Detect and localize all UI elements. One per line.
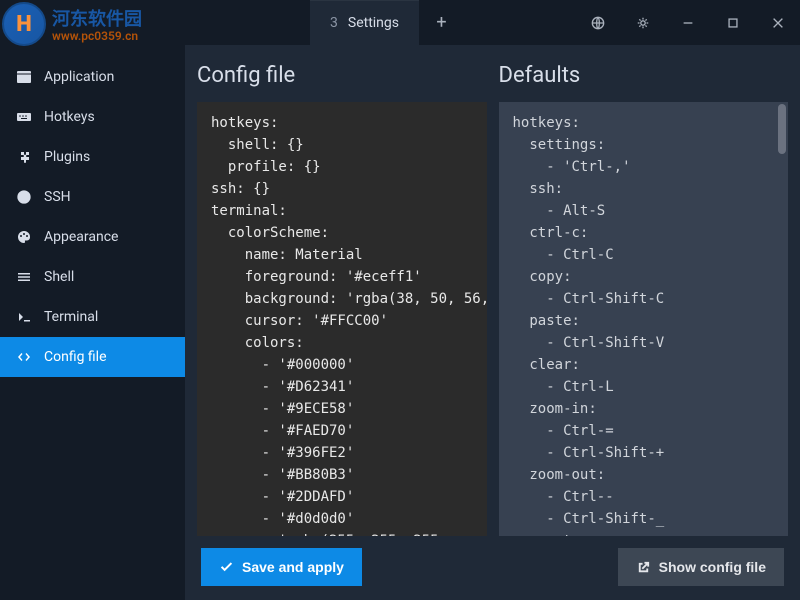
tab-settings[interactable]: 3 Settings bbox=[310, 0, 419, 45]
check-icon bbox=[219, 560, 234, 575]
keyboard-icon bbox=[16, 109, 32, 125]
window-icon bbox=[16, 69, 32, 85]
sidebar-item-label: Shell bbox=[44, 269, 74, 285]
sidebar-item-appearance[interactable]: Appearance bbox=[0, 217, 185, 257]
config-file-panel: Config file hotkeys: shell: {} profile: … bbox=[197, 45, 487, 536]
tab-add-button[interactable]: + bbox=[419, 0, 464, 45]
sidebar-item-label: Application bbox=[44, 69, 114, 85]
footer: Save and apply Show config file bbox=[185, 536, 800, 600]
code-icon bbox=[16, 349, 32, 365]
sidebar-item-config-file[interactable]: Config file bbox=[0, 337, 185, 377]
sidebar-item-label: SSH bbox=[44, 189, 71, 205]
window-controls bbox=[575, 0, 800, 45]
sidebar-item-label: Config file bbox=[44, 349, 107, 365]
sidebar: Application Hotkeys Plugins SSH Appearan… bbox=[0, 45, 185, 600]
tab-number: 3 bbox=[330, 15, 338, 31]
maximize-button[interactable] bbox=[710, 0, 755, 45]
sidebar-item-label: Terminal bbox=[44, 309, 98, 325]
sidebar-item-hotkeys[interactable]: Hotkeys bbox=[0, 97, 185, 137]
globe-icon bbox=[16, 189, 32, 205]
show-config-file-button[interactable]: Show config file bbox=[618, 548, 784, 586]
globe-icon[interactable] bbox=[575, 0, 620, 45]
sidebar-item-shell[interactable]: Shell bbox=[0, 257, 185, 297]
scrollbar[interactable] bbox=[778, 104, 786, 154]
titlebar: 3 Settings + bbox=[0, 0, 800, 45]
sidebar-item-plugins[interactable]: Plugins bbox=[0, 137, 185, 177]
sidebar-item-label: Appearance bbox=[44, 229, 118, 245]
gear-icon[interactable] bbox=[620, 0, 665, 45]
plus-icon: + bbox=[436, 12, 446, 33]
tab-label: Settings bbox=[348, 15, 399, 31]
config-editor[interactable]: hotkeys: shell: {} profile: {} ssh: {} t… bbox=[197, 102, 487, 536]
open-icon bbox=[636, 560, 651, 575]
terminal-icon bbox=[16, 309, 32, 325]
palette-icon bbox=[16, 229, 32, 245]
minimize-button[interactable] bbox=[665, 0, 710, 45]
defaults-panel: Defaults hotkeys: settings: - 'Ctrl-,' s… bbox=[499, 45, 789, 536]
puzzle-icon bbox=[16, 149, 32, 165]
tab-area: 3 Settings + bbox=[0, 0, 575, 45]
defaults-code: hotkeys: settings: - 'Ctrl-,' ssh: - Alt… bbox=[513, 115, 665, 536]
sidebar-item-terminal[interactable]: Terminal bbox=[0, 297, 185, 337]
panel-title-config: Config file bbox=[197, 45, 487, 102]
panel-title-defaults: Defaults bbox=[499, 45, 789, 102]
defaults-viewer: hotkeys: settings: - 'Ctrl-,' ssh: - Alt… bbox=[499, 102, 789, 536]
sidebar-item-label: Plugins bbox=[44, 149, 90, 165]
close-button[interactable] bbox=[755, 0, 800, 45]
config-code: hotkeys: shell: {} profile: {} ssh: {} t… bbox=[211, 115, 487, 536]
save-button-label: Save and apply bbox=[242, 559, 344, 575]
content-area: Config file hotkeys: shell: {} profile: … bbox=[185, 45, 800, 600]
show-button-label: Show config file bbox=[659, 559, 766, 575]
sidebar-item-ssh[interactable]: SSH bbox=[0, 177, 185, 217]
list-icon bbox=[16, 269, 32, 285]
sidebar-item-label: Hotkeys bbox=[44, 109, 95, 125]
sidebar-item-application[interactable]: Application bbox=[0, 57, 185, 97]
save-and-apply-button[interactable]: Save and apply bbox=[201, 548, 362, 586]
